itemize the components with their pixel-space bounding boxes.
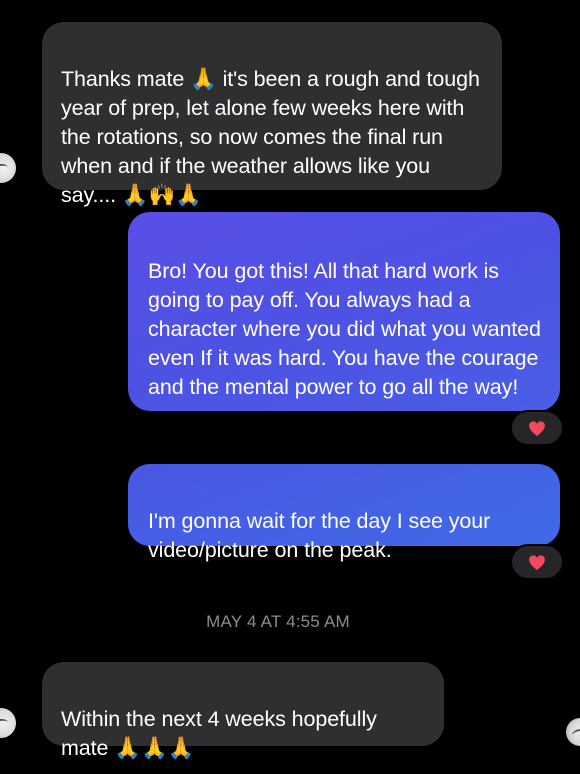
reaction-badge[interactable] [510, 544, 564, 580]
reaction-badge[interactable] [510, 410, 564, 446]
message-bubble-outgoing[interactable]: I'm gonna wait for the day I see your vi… [128, 464, 560, 562]
message-text: Within the next 4 weeks hopefully mate 🙏… [61, 707, 377, 760]
heart-icon [529, 420, 545, 436]
contact-avatar[interactable] [0, 153, 16, 183]
message-timestamp: MAY 4 AT 4:55 AM [206, 612, 350, 631]
message-bubble-outgoing[interactable]: Bro! You got this! All that hard work is… [128, 212, 560, 411]
heart-icon [529, 554, 545, 570]
message-bubble-incoming[interactable]: Within the next 4 weeks hopefully mate 🙏… [42, 662, 444, 760]
message-bubble-incoming[interactable]: Thanks mate 🙏 it's been a rough and toug… [42, 22, 502, 207]
message-text: Thanks mate 🙏 it's been a rough and toug… [61, 67, 480, 207]
contact-avatar[interactable] [0, 708, 16, 738]
message-text: I'm gonna wait for the day I see your vi… [148, 509, 491, 562]
message-text: Bro! You got this! All that hard work is… [148, 259, 541, 399]
seen-avatar [566, 718, 580, 746]
